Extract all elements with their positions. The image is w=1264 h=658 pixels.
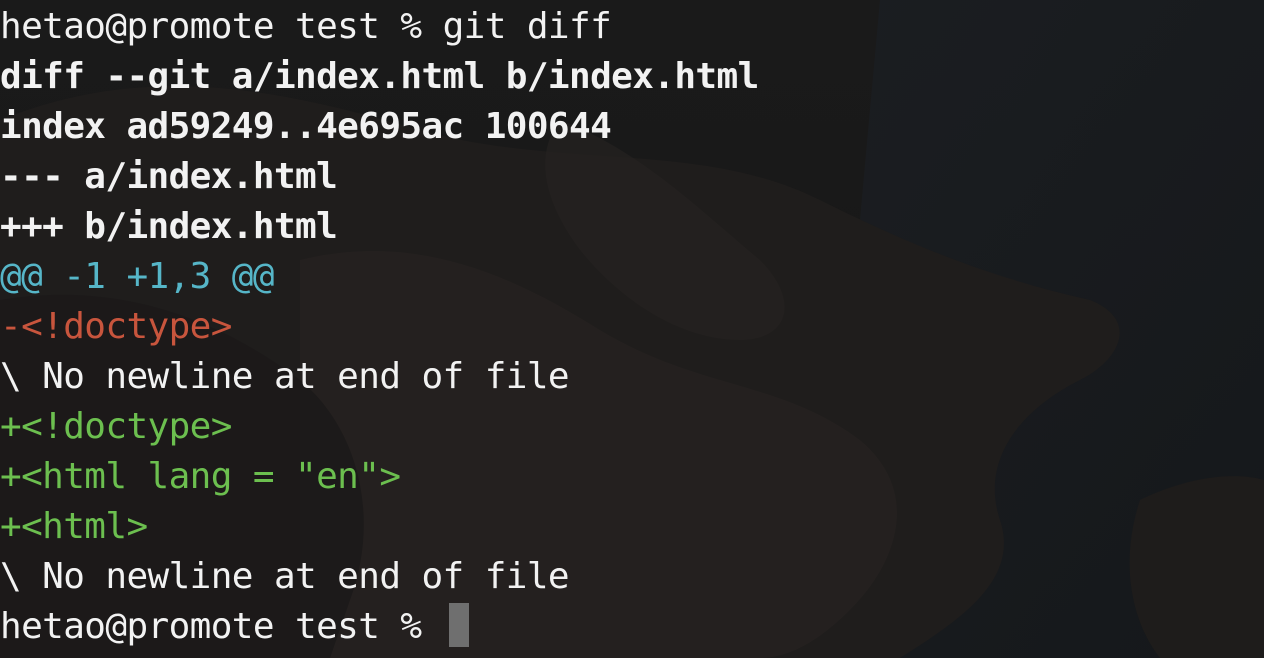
prompt-line[interactable]: hetao@promote test % (0, 602, 1264, 652)
hunk-header-line: @@ -1 +1,3 @@ (0, 256, 275, 297)
diff-index-line: index ad59249..4e695ac 100644 (0, 106, 612, 147)
diff-new-file-line: +++ b/index.html (0, 206, 338, 247)
text-cursor[interactable] (448, 603, 469, 647)
added-line: +<html lang = "en"> (0, 456, 401, 497)
terminal-output: hetao@promote test % git diff diff --git… (0, 2, 1264, 652)
diff-header-line: diff --git a/index.html b/index.html (0, 56, 759, 97)
command-line: hetao@promote test % git diff (0, 2, 1264, 52)
removed-line: -<!doctype> (0, 306, 232, 347)
prompt: hetao@promote test % (0, 606, 443, 647)
command-text: git diff (442, 6, 612, 47)
no-newline-notice: \ No newline at end of file (0, 556, 570, 597)
diff-old-file-line: --- a/index.html (0, 156, 338, 197)
prompt: hetao@promote test % (0, 6, 443, 47)
added-line: +<html> (0, 506, 148, 547)
terminal-window[interactable]: hetao@promote test % git diff diff --git… (0, 0, 1264, 658)
no-newline-notice: \ No newline at end of file (0, 356, 570, 397)
added-line: +<!doctype> (0, 406, 232, 447)
